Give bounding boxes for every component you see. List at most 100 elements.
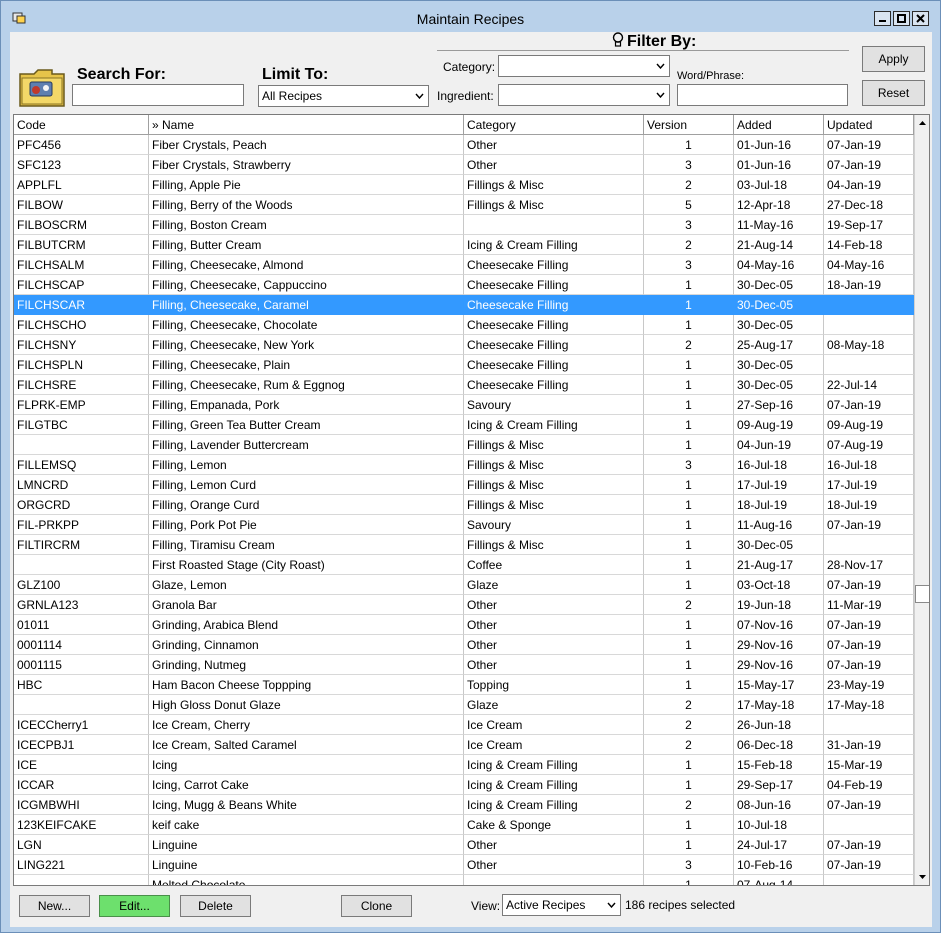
cell-updated: 07-Jan-19 bbox=[824, 575, 914, 595]
filter-by-title: Filter By: bbox=[612, 32, 696, 51]
cell-category: Other bbox=[464, 615, 644, 635]
cell-version: 1 bbox=[644, 655, 734, 675]
table-row[interactable]: GLZ100 Glaze, Lemon Glaze 1 03-Oct-18 07-Jan-… bbox=[14, 575, 914, 595]
cell-category: Cheesecake Filling bbox=[464, 355, 644, 375]
table-row[interactable]: FILCHSCHO Filling, Cheesecake, Chocolate C… bbox=[14, 315, 914, 335]
reset-button[interactable]: Reset bbox=[862, 80, 925, 106]
table-row[interactable]: 0001115 Grinding, Nutmeg Other 1 29-Nov-16 07… bbox=[14, 655, 914, 675]
cell-code: FILCHSPLN bbox=[14, 355, 149, 375]
cell-category: Cheesecake Filling bbox=[464, 375, 644, 395]
table-row[interactable]: GRNLA123 Granola Bar Other 2 19-Jun-18 11-Mar… bbox=[14, 595, 914, 615]
table-row[interactable]: FILBOSCRM Filling, Boston Cream 3 11-May-16… bbox=[14, 215, 914, 235]
table-row[interactable]: FILCHSNY Filling, Cheesecake, New York Che… bbox=[14, 335, 914, 355]
cell-code: ICCAR bbox=[14, 775, 149, 795]
table-row[interactable]: FLPRK-EMP Filling, Empanada, Pork Savoury 1… bbox=[14, 395, 914, 415]
cell-added: 27-Sep-16 bbox=[734, 395, 824, 415]
table-row[interactable]: 123KEIFCAKE keif cake Cake & Sponge 1 10-Jul… bbox=[14, 815, 914, 835]
table-row[interactable]: FILTIRCRM Filling, Tiramisu Cream Fillings… bbox=[14, 535, 914, 555]
cell-version: 1 bbox=[644, 315, 734, 335]
table-row[interactable]: FILCHSCAP Filling, Cheesecake, Cappuccino… bbox=[14, 275, 914, 295]
table-row[interactable]: FILCHSCAR Filling, Cheesecake, Caramel Che… bbox=[14, 295, 914, 315]
scroll-up-button[interactable] bbox=[915, 115, 929, 130]
table-row[interactable]: ICCAR Icing, Carrot Cake Icing & Cream Fil… bbox=[14, 775, 914, 795]
cell-category: Ice Cream bbox=[464, 735, 644, 755]
new-button[interactable]: New... bbox=[19, 895, 90, 917]
column-header-added[interactable]: Added bbox=[734, 115, 824, 135]
search-label: Search For: bbox=[77, 66, 166, 83]
table-row[interactable]: ORGCRD Filling, Orange Curd Fillings & Mis… bbox=[14, 495, 914, 515]
cell-version: 1 bbox=[644, 535, 734, 555]
cell-version: 3 bbox=[644, 855, 734, 875]
cell-updated: 04-Feb-19 bbox=[824, 775, 914, 795]
view-select[interactable]: Active Recipes bbox=[502, 894, 621, 916]
table-row[interactable]: PFC456 Fiber Crystals, Peach Other 1 01-Jun-… bbox=[14, 135, 914, 155]
column-header-updated[interactable]: Updated bbox=[824, 115, 914, 135]
cell-added: 21-Aug-17 bbox=[734, 555, 824, 575]
table-row[interactable]: Melted Chocolate 1 07-Aug-14 bbox=[14, 875, 914, 885]
title-bar[interactable]: Maintain Recipes bbox=[1, 1, 940, 31]
table-row[interactable]: FILCHSALM Filling, Cheesecake, Almond Chee… bbox=[14, 255, 914, 275]
limit-select[interactable]: All Recipes bbox=[258, 85, 429, 107]
cell-updated: 07-Jan-19 bbox=[824, 135, 914, 155]
column-header-name[interactable]: » Name bbox=[149, 115, 464, 135]
table-row[interactable]: LING221 Linguine Other 3 10-Feb-16 07-Jan-19 bbox=[14, 855, 914, 875]
table-row[interactable]: FILCHSPLN Filling, Cheesecake, Plain Chees… bbox=[14, 355, 914, 375]
table-row[interactable]: 0001114 Grinding, Cinnamon Other 1 29-Nov-16… bbox=[14, 635, 914, 655]
cell-added: 09-Aug-19 bbox=[734, 415, 824, 435]
cell-updated: 07-Jan-19 bbox=[824, 795, 914, 815]
clone-button[interactable]: Clone bbox=[341, 895, 412, 917]
maximize-button[interactable] bbox=[893, 11, 910, 26]
table-row[interactable]: ICECCherry1 Ice Cream, Cherry Ice Cream 2 26… bbox=[14, 715, 914, 735]
table-row[interactable]: ICECPBJ1 Ice Cream, Salted Caramel Ice Cre… bbox=[14, 735, 914, 755]
ingredient-select[interactable] bbox=[498, 84, 670, 106]
table-row[interactable]: FILBOW Filling, Berry of the Woods Filling… bbox=[14, 195, 914, 215]
table-row[interactable]: HBC Ham Bacon Cheese Toppping Topping 1 15-M… bbox=[14, 675, 914, 695]
table-row[interactable]: 01011 Grinding, Arabica Blend Other 1 07-Nov… bbox=[14, 615, 914, 635]
column-header-code[interactable]: Code bbox=[14, 115, 149, 135]
table-row[interactable]: SFC123 Fiber Crystals, Strawberry Other 3 01… bbox=[14, 155, 914, 175]
table-row[interactable]: FILBUTCRM Filling, Butter Cream Icing & Cr… bbox=[14, 235, 914, 255]
table-row[interactable]: First Roasted Stage (City Roast) Coffee 1 2… bbox=[14, 555, 914, 575]
table-row[interactable]: FILGTBC Filling, Green Tea Butter Cream Ic… bbox=[14, 415, 914, 435]
cell-updated bbox=[824, 295, 914, 315]
cell-name: Granola Bar bbox=[149, 595, 464, 615]
cell-updated: 11-Mar-19 bbox=[824, 595, 914, 615]
cell-code: LMNCRD bbox=[14, 475, 149, 495]
close-button[interactable] bbox=[912, 11, 929, 26]
table-row[interactable]: LMNCRD Filling, Lemon Curd Fillings & Misc… bbox=[14, 475, 914, 495]
table-row[interactable]: Filling, Lavender Buttercream Fillings & … bbox=[14, 435, 914, 455]
scroll-down-button[interactable] bbox=[915, 869, 929, 884]
scroll-up-icon bbox=[919, 120, 926, 125]
cell-added: 15-Feb-18 bbox=[734, 755, 824, 775]
table-row[interactable]: ICE Icing Icing & Cream Filling 1 15-Feb-18 1… bbox=[14, 755, 914, 775]
search-input[interactable] bbox=[72, 84, 244, 106]
column-header-version[interactable]: Version bbox=[644, 115, 734, 135]
table-row[interactable]: FIL-PRKPP Filling, Pork Pot Pie Savoury 1 11… bbox=[14, 515, 914, 535]
cell-added: 21-Aug-14 bbox=[734, 235, 824, 255]
recipes-table[interactable]: Code» Name Category Version Added Updated PF… bbox=[13, 114, 930, 886]
column-header-category[interactable]: Category bbox=[464, 115, 644, 135]
word-phrase-input[interactable] bbox=[677, 84, 848, 106]
cell-name: Fiber Crystals, Peach bbox=[149, 135, 464, 155]
table-row[interactable]: APPLFL Filling, Apple Pie Fillings & Misc 2… bbox=[14, 175, 914, 195]
category-select[interactable] bbox=[498, 55, 670, 77]
cell-added: 24-Jul-17 bbox=[734, 835, 824, 855]
table-row[interactable]: LGN Linguine Other 1 24-Jul-17 07-Jan-19 bbox=[14, 835, 914, 855]
cell-code: APPLFL bbox=[14, 175, 149, 195]
table-row[interactable]: FILCHSRE Filling, Cheesecake, Rum & Eggno… bbox=[14, 375, 914, 395]
scrollbar-thumb[interactable] bbox=[915, 585, 929, 603]
cell-updated bbox=[824, 875, 914, 885]
table-row[interactable]: High Gloss Donut Glaze Glaze 2 17-May-18 17-… bbox=[14, 695, 914, 715]
vertical-scrollbar[interactable] bbox=[914, 115, 929, 885]
cell-code: FILCHSNY bbox=[14, 335, 149, 355]
cell-category: Coffee bbox=[464, 555, 644, 575]
delete-button[interactable]: Delete bbox=[180, 895, 251, 917]
cell-added: 12-Apr-18 bbox=[734, 195, 824, 215]
table-row[interactable]: ICGMBWHI Icing, Mugg & Beans White Icing &… bbox=[14, 795, 914, 815]
apply-button[interactable]: Apply bbox=[862, 46, 925, 72]
minimize-button[interactable] bbox=[874, 11, 891, 26]
cell-added: 30-Dec-05 bbox=[734, 315, 824, 335]
table-row[interactable]: FILLEMSQ Filling, Lemon Fillings & Misc 3 16… bbox=[14, 455, 914, 475]
edit-button[interactable]: Edit... bbox=[99, 895, 170, 917]
cell-category: Fillings & Misc bbox=[464, 495, 644, 515]
